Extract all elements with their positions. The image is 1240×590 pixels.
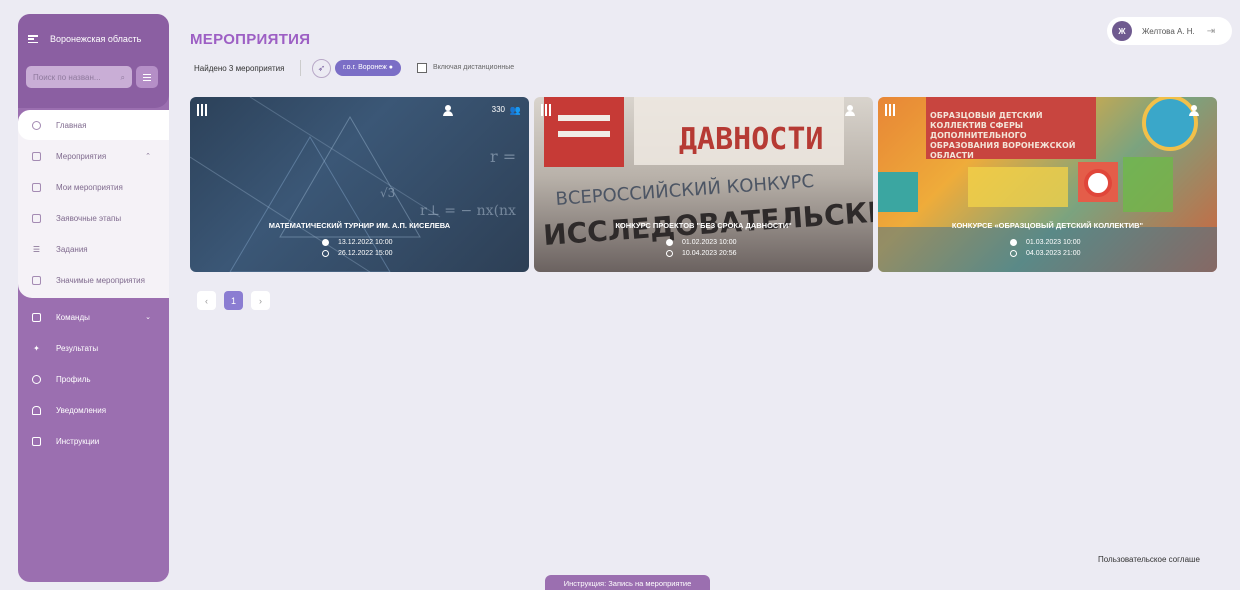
event-dates: 13.12.2022 10:00 26.12.2022 15:00 (322, 237, 393, 259)
person-icon (845, 105, 855, 117)
card-bg-text: ОБРАЗЦОВЫЙ ДЕТСКИЙ КОЛЛЕКТИВ СФЕРЫ ДОПОЛ… (930, 111, 1076, 160)
sidebar-item-home[interactable]: Главная (18, 110, 169, 140)
start-icon (1010, 238, 1017, 246)
search-icon[interactable]: ⌕ (121, 73, 125, 82)
person-icon (443, 105, 453, 117)
filter-button[interactable] (136, 66, 158, 88)
location-chip[interactable]: г.о.г. Воронеж ● (335, 60, 401, 76)
end-date: 10.04.2023 20:56 (682, 250, 737, 257)
pagination-next-button[interactable]: › (251, 291, 270, 310)
user-agreement-link[interactable]: Пользовательское соглаше (1098, 555, 1200, 564)
group-icon: 👥 (509, 105, 521, 115)
sidebar-item-label: Мои мероприятия (56, 182, 123, 192)
person-icon (1189, 105, 1199, 117)
sidebar-item-label: Задания (56, 244, 88, 254)
divider (300, 60, 301, 76)
monitor-icon (32, 213, 41, 223)
card-bg-text: ДАВНОСТИ (679, 122, 824, 157)
start-icon (666, 238, 673, 246)
sidebar-item-significant-events[interactable]: Значимые мероприятия (18, 265, 169, 295)
clock-icon (1010, 249, 1017, 257)
table-icon (32, 275, 41, 285)
start-date: 13.12.2022 10:00 (338, 239, 393, 246)
location-chip-label: г.о.г. Воронеж (343, 64, 387, 71)
region-label: Воронежская область (50, 34, 142, 44)
event-title: КОНКУРС ПРОЕКТОВ "БЕЗ СРОКА ДАВНОСТИ" (615, 221, 792, 230)
sidebar-item-profile[interactable]: Профиль (18, 364, 169, 394)
search-input[interactable]: Поиск по назван... ⌕ (26, 66, 132, 88)
end-date: 04.03.2023 21:00 (1026, 250, 1081, 257)
results-count: Найдено 3 мероприятия (194, 64, 285, 73)
user-menu[interactable]: Ж Желтова А. Н. ⇥ (1107, 17, 1232, 45)
sidebar-item-label: Заявочные этапы (56, 213, 122, 223)
calendar-icon (32, 151, 41, 161)
bell-icon (32, 405, 41, 415)
document-icon (32, 436, 41, 446)
participants-count: 330 (491, 105, 505, 114)
end-date: 26.12.2022 15:00 (338, 250, 393, 257)
sidebar-item-instructions[interactable]: Инструкции (18, 426, 169, 456)
trophy-icon: ✦ (33, 343, 40, 353)
chevron-up-icon: ⌃ (145, 153, 151, 160)
list-icon: ☰ (32, 244, 41, 254)
user-circle-icon (32, 374, 41, 384)
svg-text:r =: r = (490, 147, 516, 166)
clipboard-icon (32, 312, 41, 322)
event-dates: 01.02.2023 10:00 10.04.2023 20:56 (666, 237, 737, 259)
sidebar-item-label: Инструкции (56, 436, 100, 446)
pagination-prev-button[interactable]: ‹ (197, 291, 216, 310)
sidebar-item-notifications[interactable]: Уведомления (18, 395, 169, 425)
menu-icon[interactable] (197, 104, 207, 116)
sidebar: Воронежская область Поиск по назван... ⌕… (18, 14, 169, 582)
event-card[interactable]: ДАВНОСТИ ВСЕРОССИЙСКИЙ КОНКУРС ИССЛЕДОВА… (534, 97, 873, 272)
map-pin-icon: ● (388, 64, 393, 71)
sidebar-item-label: Профиль (56, 374, 91, 384)
start-icon (322, 238, 329, 246)
sidebar-item-events[interactable]: Мероприятия ⌃ (18, 141, 169, 171)
home-icon (32, 120, 41, 130)
event-dates: 01.03.2023 10:00 04.03.2023 21:00 (1010, 237, 1081, 259)
sidebar-item-label: Главная (56, 120, 87, 130)
sidebar-item-tasks[interactable]: ☰ Задания (18, 234, 169, 264)
logout-icon[interactable]: ⇥ (1207, 26, 1215, 37)
sidebar-item-my-events[interactable]: Мои мероприятия (18, 172, 169, 202)
menu-icon[interactable] (541, 104, 551, 116)
sidebar-item-results[interactable]: ✦ Результаты (18, 333, 169, 363)
sidebar-item-label: Команды (56, 312, 90, 322)
start-date: 01.03.2023 10:00 (1026, 239, 1081, 246)
svg-text:√3: √3 (380, 186, 395, 200)
sidebar-item-label: Уведомления (56, 405, 107, 415)
location-arrow-icon[interactable]: ➶ (312, 59, 331, 78)
instruction-bar[interactable]: Инструкция: Запись на мероприятие (545, 575, 710, 590)
start-date: 01.02.2023 10:00 (682, 239, 737, 246)
search-placeholder: Поиск по назван... (33, 73, 101, 82)
sidebar-item-label: Мероприятия (56, 151, 107, 161)
clock-icon (666, 249, 673, 257)
chevron-down-icon: ⌄ (145, 314, 151, 321)
event-title: КОНКУРСЕ «ОБРАЗЦОВЫЙ ДЕТСКИЙ КОЛЛЕКТИВ" (951, 221, 1144, 230)
book-icon (32, 182, 41, 192)
event-title: МАТЕМАТИЧЕСКИЙ ТУРНИР ИМ. А.П. КИСЕЛЕВА (268, 221, 451, 230)
sidebar-item-label: Значимые мероприятия (56, 275, 145, 285)
sidebar-item-teams[interactable]: Команды ⌄ (18, 302, 169, 332)
svg-text:r⊥ = − nx(nx: r⊥ = − nx(nx (420, 203, 516, 219)
include-remote-checkbox[interactable] (417, 63, 427, 73)
event-card[interactable]: √3 r⊥ = − nx(nx r = 330 👥 МАТЕМАТИЧЕСКИЙ… (190, 97, 529, 272)
event-card[interactable]: ОБРАЗЦОВЫЙ ДЕТСКИЙ КОЛЛЕКТИВ СФЕРЫ ДОПОЛ… (878, 97, 1217, 272)
sidebar-item-application-stages[interactable]: Заявочные этапы (18, 203, 169, 233)
user-name: Желтова А. Н. (1142, 26, 1195, 36)
sidebar-header (18, 14, 169, 108)
region-selector[interactable]: Воронежская область (28, 34, 141, 44)
menu-icon[interactable] (885, 104, 895, 116)
pagination-page-1[interactable]: 1 (224, 291, 243, 310)
avatar: Ж (1112, 21, 1132, 41)
sidebar-item-label: Результаты (56, 343, 99, 353)
clock-icon (322, 249, 329, 257)
include-remote-label: Включая дистанционные (433, 64, 515, 71)
menu-icon[interactable] (28, 35, 38, 43)
page-title: МЕРОПРИЯТИЯ (190, 31, 311, 48)
